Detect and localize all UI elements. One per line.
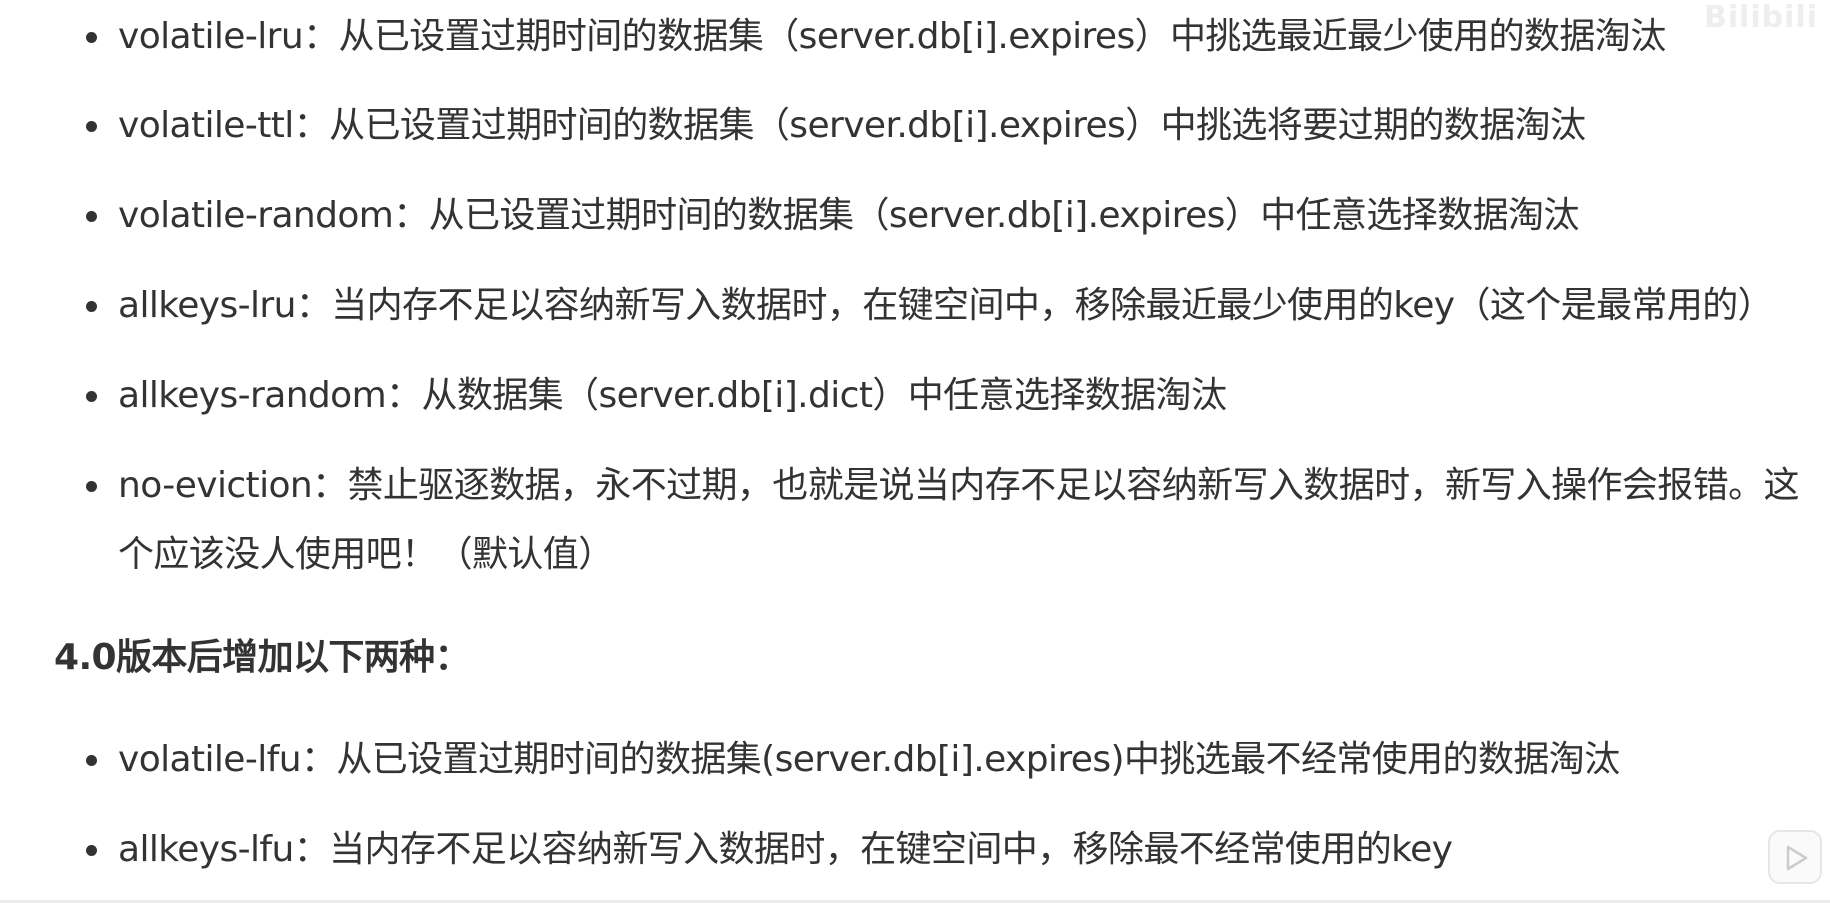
play-icon [1786, 845, 1808, 871]
policy-text: volatile-lfu：从已设置过期时间的数据集(server.db[i].e… [118, 739, 1620, 780]
bullet-dot-icon [86, 32, 97, 43]
bullet-dot-icon [86, 755, 97, 766]
play-button[interactable] [1768, 830, 1822, 884]
policy-text-continuation: 个应该没人使用吧！（默认值） [118, 534, 614, 575]
bullet-dot-icon [86, 845, 97, 856]
document-page: Bilibili volatile-lru：从已设置过期时间的数据集（serve… [0, 0, 1830, 903]
bullet-dot-icon [86, 301, 97, 312]
bullet-dot-icon [86, 481, 97, 492]
bullet-dot-icon [86, 211, 97, 222]
policy-text: no-eviction：禁止驱逐数据，永不过期，也就是说当内存不足以容纳新写入数… [118, 465, 1800, 506]
policy-text: volatile-ttl：从已设置过期时间的数据集（server.db[i].e… [118, 105, 1586, 146]
watermark-logo: Bilibili [1703, 0, 1818, 35]
policy-text: allkeys-random：从数据集（server.db[i].dict）中任… [118, 375, 1227, 416]
policy-text: volatile-lru：从已设置过期时间的数据集（server.db[i].e… [118, 16, 1666, 57]
policy-text: allkeys-lfu：当内存不足以容纳新写入数据时，在键空间中，移除最不经常使… [118, 829, 1453, 870]
bullet-dot-icon [86, 391, 97, 402]
section-heading: 4.0版本后增加以下两种： [54, 637, 471, 678]
policy-text: allkeys-lru：当内存不足以容纳新写入数据时，在键空间中，移除最近最少使… [118, 285, 1774, 326]
policy-text: volatile-random：从已设置过期时间的数据集（server.db[i… [118, 195, 1579, 236]
bullet-dot-icon [86, 121, 97, 132]
